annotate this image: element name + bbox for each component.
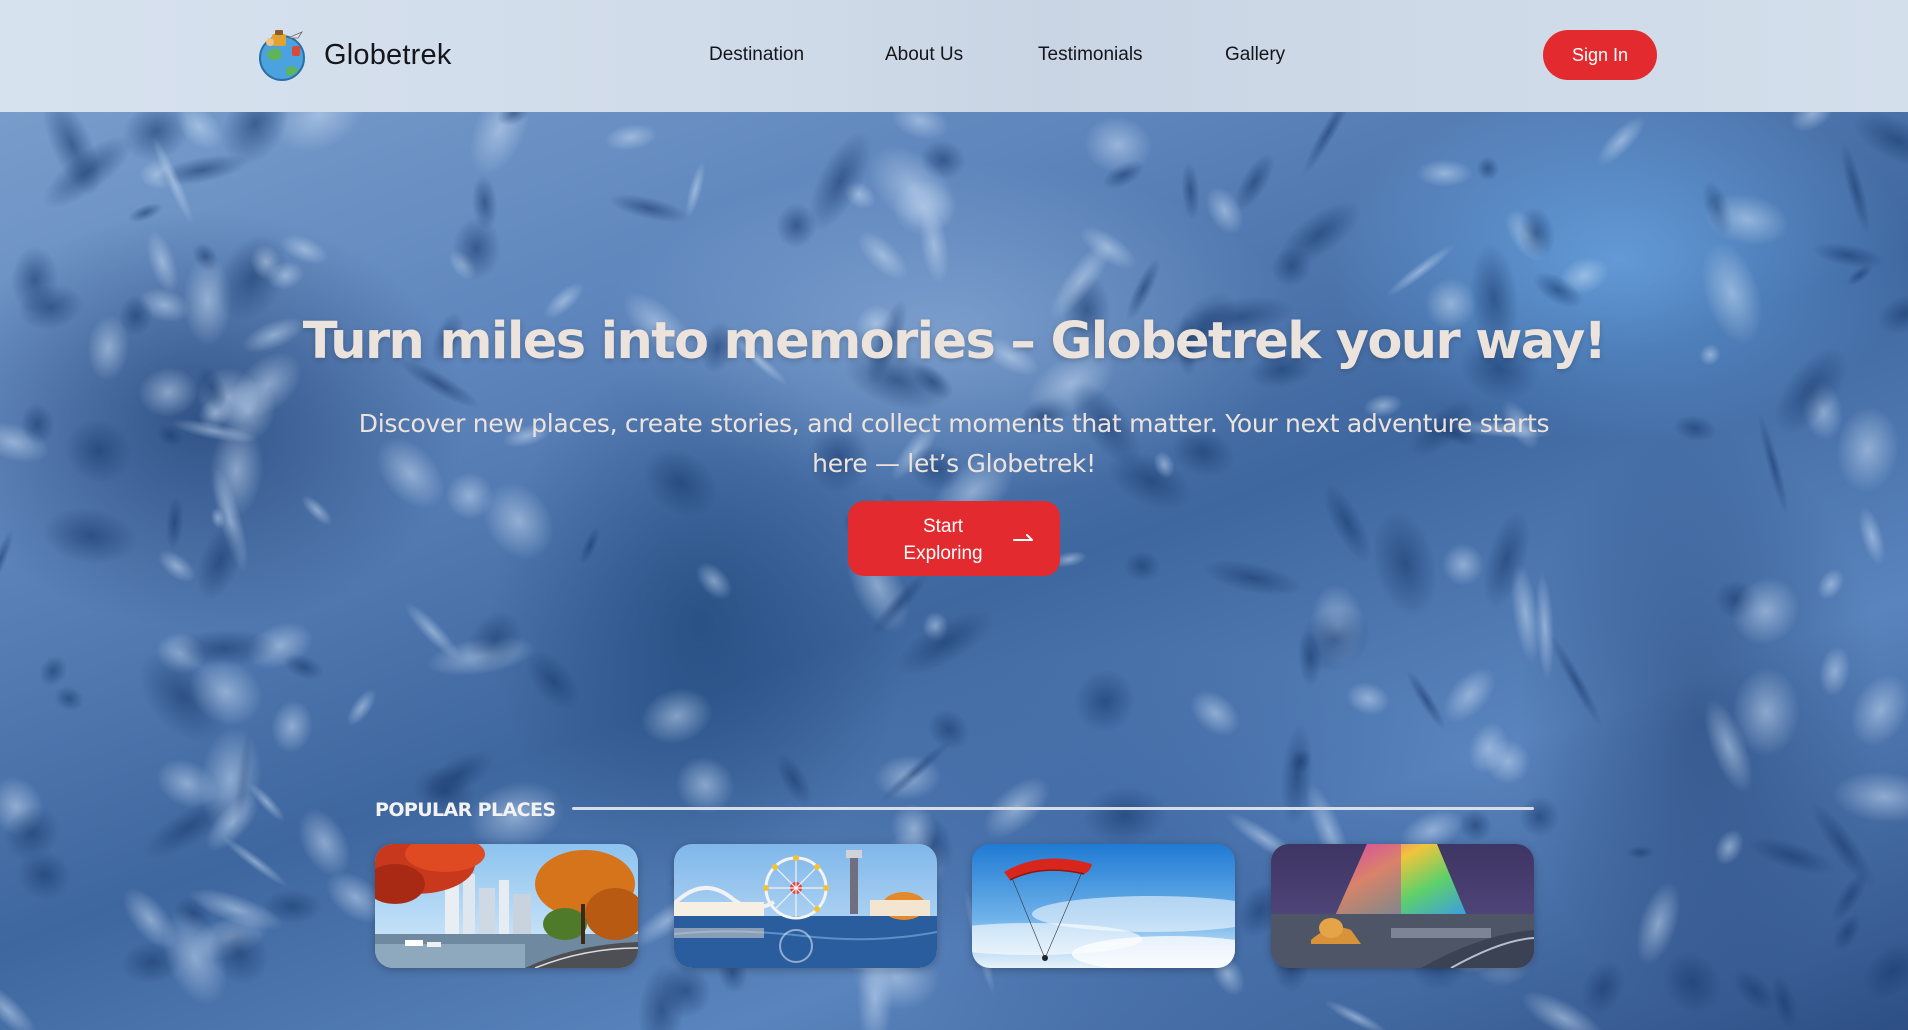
- autumn-city-harbor-image: [375, 844, 638, 968]
- place-card-pyramid[interactable]: [1271, 844, 1534, 968]
- hero-subtitle: Discover new places, create stories, and…: [358, 409, 1550, 478]
- start-exploring-button[interactable]: Start Exploring: [848, 501, 1060, 576]
- start-exploring-label: Start Exploring: [903, 516, 983, 564]
- hero-title: Turn miles into memories – Globetrek you…: [302, 312, 1607, 371]
- place-card-amusement-park[interactable]: [674, 844, 937, 968]
- place-card-autumn-city[interactable]: [375, 844, 638, 968]
- illuminated-pyramid-sphinx-image: [1271, 844, 1534, 968]
- place-card-paragliding[interactable]: [972, 844, 1235, 968]
- popular-places-divider: [572, 807, 1534, 810]
- paragliding-sky-image: [972, 844, 1235, 968]
- popular-places-heading: POPULAR PLACES: [375, 799, 556, 821]
- top-navbar: Globetrek Destination About Us Testimoni…: [0, 0, 1908, 112]
- amusement-park-ferris-wheel-image: [674, 844, 937, 968]
- nav-link-gallery[interactable]: Gallery: [1225, 44, 1285, 66]
- nav-link-destination[interactable]: Destination: [709, 44, 804, 66]
- arrow-right-icon: [1013, 534, 1033, 541]
- sign-in-button[interactable]: Sign In: [1543, 30, 1657, 80]
- nav-link-about-us[interactable]: About Us: [885, 44, 963, 66]
- nav-link-testimonials[interactable]: Testimonials: [1038, 44, 1143, 66]
